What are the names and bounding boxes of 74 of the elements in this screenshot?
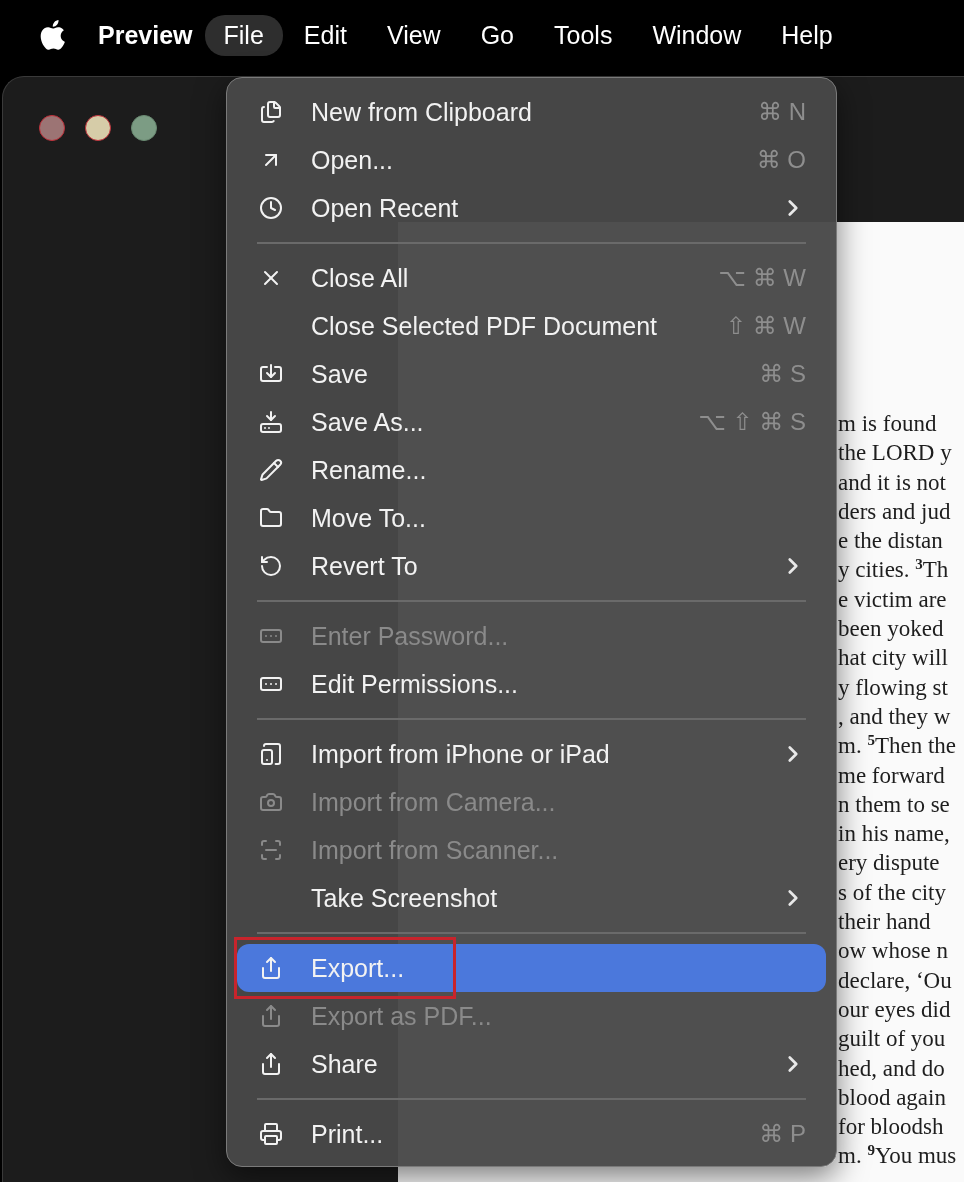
document-text-line: hed, and do [838,1054,946,1083]
document-text-line: the LORD y [838,439,953,468]
menu-item[interactable]: Print... ⌘ P [237,1110,826,1158]
document-text-line: been yoked [838,615,945,644]
menubar-item[interactable]: Window [633,14,761,56]
document-text-line: ow whose n [838,937,949,966]
document-text-line: y cities. $^{3}$Th [838,555,950,585]
pencil-icon [259,458,283,482]
menu-item[interactable]: Open... ⌘ O [237,136,826,184]
menubar-item[interactable]: Edit [284,14,366,56]
tray-download-icon [259,410,283,434]
menubar-item[interactable]: Go [461,14,533,56]
keyboard-shortcut: ⇧ ⌘ W [725,312,806,340]
menubar-item[interactable]: View [367,14,460,56]
folder-icon [259,506,283,530]
document-text-line: ery dispute [838,849,941,878]
share-icon [259,1004,283,1028]
document-text-line: n them to se [838,790,951,819]
document-text-line: m. $^{5}$Then the [838,731,957,761]
document-text-line: in his name, [838,820,951,849]
scanner-icon [259,838,283,862]
menubar-item[interactable]: Tools [535,14,632,56]
files-icon [259,100,283,124]
document-text-line: m. $^{9}$You mus [838,1141,958,1171]
document-text-line: e victim are [838,585,948,614]
printer-icon [259,1122,283,1146]
document-text-line: ders and jud [838,497,952,526]
keyboard-shortcut: ⌘ O [756,146,806,174]
camera-icon [259,790,283,814]
document-text-line: hat city will [838,644,949,673]
apple-logo-icon[interactable] [38,19,66,51]
keyboard-shortcut: ⌘ P [759,1120,806,1148]
document-text-line: declare, ‘Ou [838,966,953,995]
menu-item[interactable]: Open Recent [237,184,826,232]
zoom-window-button[interactable] [131,115,157,141]
menu-item[interactable]: Edit Permissions... [237,660,826,708]
menu-item[interactable]: Take Screenshot [237,874,826,922]
menubar-item[interactable]: Help [762,14,852,56]
document-text-line: blood again [838,1083,947,1112]
menu-item[interactable]: Close All ⌥ ⌘ W [237,254,826,302]
document-text-line: me forward [838,761,946,790]
close-window-button[interactable] [39,115,65,141]
menu-item[interactable]: Export... [237,944,826,992]
keyboard-shortcut: ⌥ ⌘ W [718,264,806,292]
document-text-line: our eyes did [838,995,952,1024]
share-icon [259,1052,283,1076]
document-text-line: , and they w [838,702,952,731]
document-text-line: e the distan [838,527,944,556]
menu-item[interactable]: Close Selected PDF Document ⇧ ⌘ W [237,302,826,350]
document-text-line: s of the city [838,878,947,907]
app-name[interactable]: Preview [98,20,193,50]
menu-item[interactable]: Import from iPhone or iPad [237,730,826,778]
menu-item[interactable]: Share [237,1040,826,1088]
menu-item[interactable]: Save As... ⌥ ⇧ ⌘ S [237,398,826,446]
document-text-line: y flowing st [838,673,949,702]
keyboard-shortcut: ⌘ S [759,360,806,388]
undo-icon [259,554,283,578]
menu-item[interactable]: New from Clipboard ⌘ N [237,88,826,136]
document-text-line: and it is not [838,468,947,497]
minimize-window-button[interactable] [85,115,111,141]
menu-item[interactable]: Move To... [237,494,826,542]
keyboard-shortcut: ⌘ N [758,98,806,126]
document-text-line: their hand [838,908,932,937]
menu-item[interactable]: Rename... [237,446,826,494]
share-icon [259,956,283,980]
menu-item[interactable]: Revert To [237,542,826,590]
document-text-line: guilt of you [838,1025,947,1054]
keyboard-shortcut: ⌥ ⇧ ⌘ S [698,408,806,436]
devices-icon [259,742,283,766]
clock-icon [259,196,283,220]
menubar-item[interactable]: File [204,14,283,56]
document-text-line: for bloodsh [838,1113,945,1142]
document-text-line: m is found [838,410,938,438]
menu-item[interactable]: Save ⌘ S [237,350,826,398]
